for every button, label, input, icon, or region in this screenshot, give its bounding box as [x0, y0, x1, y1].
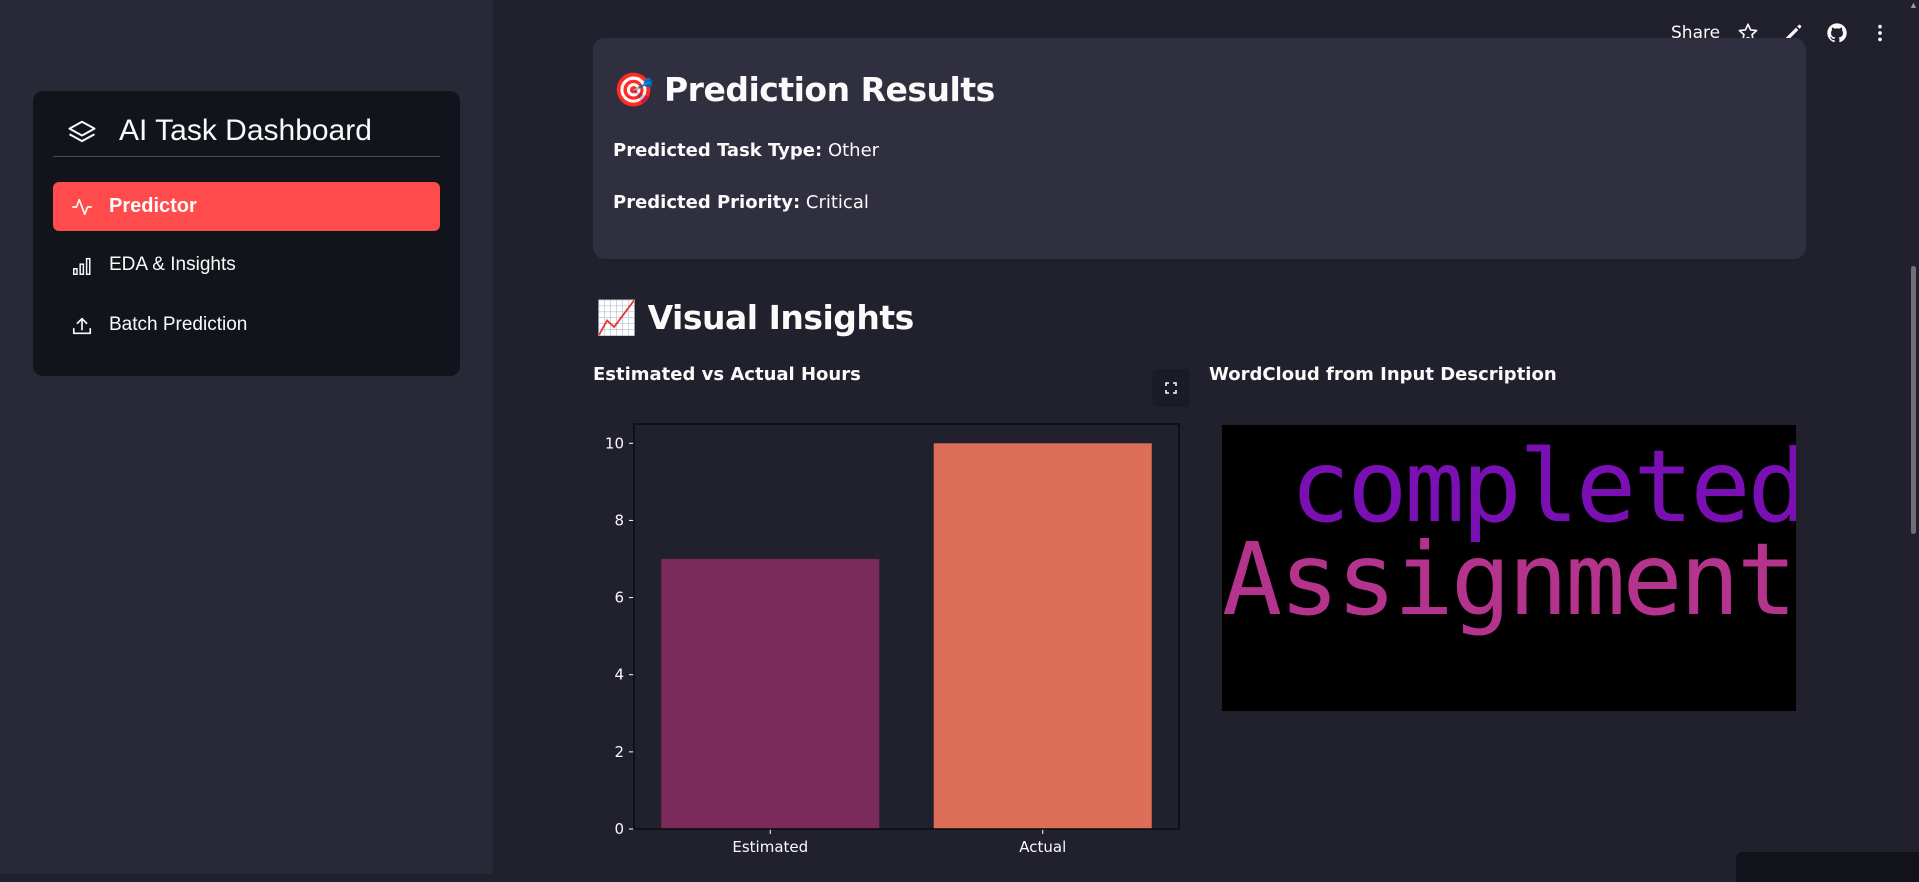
nav-item-predictor[interactable]: Predictor: [53, 182, 440, 231]
x-tick-label: Actual: [1019, 838, 1066, 856]
task-type-value: Other: [827, 140, 880, 161]
sidebar: AI Task Dashboard Predictor EDA & Insigh…: [0, 0, 493, 874]
predicted-task-type: Predicted Task Type: Other: [613, 140, 879, 161]
layers-icon: [68, 120, 96, 143]
y-tick-label: 8: [614, 511, 624, 529]
status-widget[interactable]: [1736, 852, 1919, 882]
visual-insights-heading: 📈 Visual Insights: [596, 298, 914, 338]
fullscreen-icon: [1165, 382, 1177, 394]
nav-item-batch-prediction[interactable]: Batch Prediction: [53, 301, 440, 350]
nav-item-label: Predictor: [109, 195, 197, 217]
prediction-results-card: 🎯 Prediction Results Predicted Task Type…: [593, 38, 1806, 259]
nav-item-label: EDA & Insights: [109, 254, 236, 275]
chart-increasing-icon: 📈: [596, 298, 637, 337]
wordcloud-image: completed Assignment: [1222, 425, 1796, 711]
visual-insights-title: Visual Insights: [647, 298, 915, 337]
predicted-priority: Predicted Priority: Critical: [613, 192, 869, 213]
nav-item-label: Batch Prediction: [109, 314, 248, 335]
upload-icon: [72, 317, 92, 335]
prediction-results-title: Prediction Results: [664, 70, 995, 109]
activity-icon: [72, 198, 92, 216]
wordcloud-word: Assignment: [1222, 521, 1796, 638]
more-vertical-icon[interactable]: [1869, 22, 1891, 44]
prediction-results-heading: 🎯 Prediction Results: [613, 70, 995, 110]
x-tick-label: Estimated: [732, 838, 808, 856]
app-title: AI Task Dashboard: [119, 114, 372, 147]
wordcloud-title: WordCloud from Input Description: [1209, 364, 1557, 385]
priority-label: Predicted Priority:: [613, 192, 801, 213]
y-tick-label: 10: [605, 434, 624, 452]
scrollbar-thumb[interactable]: [1911, 266, 1916, 534]
bar-estimated: [661, 559, 880, 829]
y-tick-label: 0: [614, 820, 624, 838]
task-type-label: Predicted Task Type:: [613, 140, 823, 161]
priority-value: Critical: [805, 192, 869, 213]
y-tick-label: 4: [614, 666, 624, 684]
bar-actual: [933, 443, 1152, 829]
nav-header: AI Task Dashboard: [53, 109, 440, 157]
chart-title: Estimated vs Actual Hours: [593, 364, 861, 385]
fullscreen-button[interactable]: [1152, 369, 1190, 407]
target-icon: 🎯: [613, 70, 654, 109]
github-icon[interactable]: [1826, 22, 1848, 44]
y-tick-label: 6: [614, 589, 624, 607]
nav-menu: AI Task Dashboard Predictor EDA & Insigh…: [33, 91, 460, 376]
bar-chart-icon: [73, 257, 91, 275]
scroll-up-arrow[interactable]: ▲: [1909, 0, 1918, 10]
y-tick-label: 2: [614, 743, 624, 761]
estimated-vs-actual-chart: Estimated Actual 0 2 4 6 8 10: [605, 423, 1180, 856]
nav-item-eda-insights[interactable]: EDA & Insights: [53, 241, 440, 290]
